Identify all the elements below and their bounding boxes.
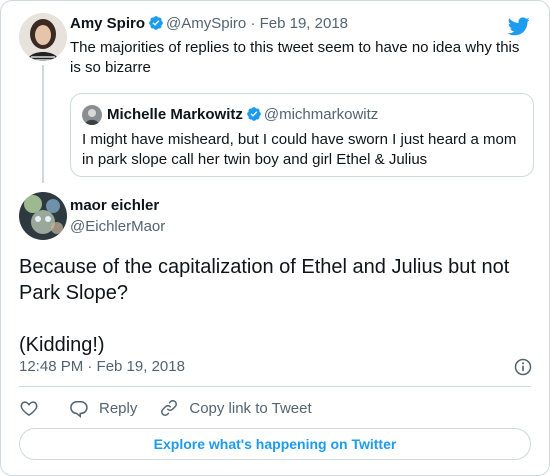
tweet-embed-card: Amy Spiro @AmySpiro · Feb 19, 2018 The ma… bbox=[0, 0, 550, 476]
twitter-bird-icon[interactable] bbox=[507, 15, 531, 37]
parent-tweet-date[interactable]: Feb 19, 2018 bbox=[260, 15, 348, 32]
tweet-timestamp[interactable]: 12:48 PM · Feb 19, 2018 bbox=[19, 358, 185, 375]
verified-badge-icon bbox=[247, 107, 261, 121]
reply-label: Reply bbox=[99, 399, 138, 417]
link-icon bbox=[161, 400, 178, 416]
amy-spiro-avatar[interactable] bbox=[19, 13, 67, 61]
parent-author-handle[interactable]: @AmySpiro bbox=[166, 15, 246, 32]
main-author-name[interactable]: maor eichler bbox=[70, 197, 159, 214]
reply-button[interactable]: Reply bbox=[69, 398, 137, 418]
like-button[interactable] bbox=[19, 398, 39, 418]
explore-twitter-button[interactable]: Explore what's happening on Twitter bbox=[19, 428, 531, 460]
main-tweet-text: Because of the capitalization of Ethel a… bbox=[19, 256, 510, 356]
quoted-tweet[interactable]: Michelle Markowitz @michmarkowitz I might… bbox=[70, 93, 534, 177]
parent-author-name[interactable]: Amy Spiro bbox=[70, 15, 145, 32]
quoted-tweet-text: I might have misheard, but I could have … bbox=[82, 131, 517, 168]
michelle-markowitz-avatar bbox=[82, 105, 102, 125]
reply-icon bbox=[70, 400, 88, 418]
quoted-tweet-header: Michelle Markowitz @michmarkowitz bbox=[107, 105, 378, 125]
verified-badge-icon bbox=[149, 16, 163, 30]
divider bbox=[19, 386, 531, 387]
main-tweet-author[interactable]: maor eichler @EichlerMaor bbox=[19, 192, 519, 240]
heart-icon bbox=[20, 401, 38, 416]
parent-tweet-header: Amy Spiro @AmySpiro · Feb 19, 2018 bbox=[70, 14, 491, 34]
info-icon[interactable] bbox=[513, 357, 533, 377]
quoted-author-handle: @michmarkowitz bbox=[263, 106, 379, 123]
parent-tweet-text: The majorities of replies to this tweet … bbox=[70, 39, 520, 76]
copy-link-button[interactable]: Copy link to Tweet bbox=[159, 398, 312, 418]
copy-link-label: Copy link to Tweet bbox=[189, 399, 312, 417]
thread-connector-line bbox=[42, 65, 44, 183]
main-author-handle[interactable]: @EichlerMaor bbox=[70, 218, 165, 235]
header-separator: · bbox=[250, 15, 256, 32]
quoted-author-name: Michelle Markowitz bbox=[107, 106, 243, 123]
tweet-actions: Reply Copy link to Tweet bbox=[19, 397, 312, 419]
maor-eichler-avatar[interactable] bbox=[19, 192, 67, 240]
